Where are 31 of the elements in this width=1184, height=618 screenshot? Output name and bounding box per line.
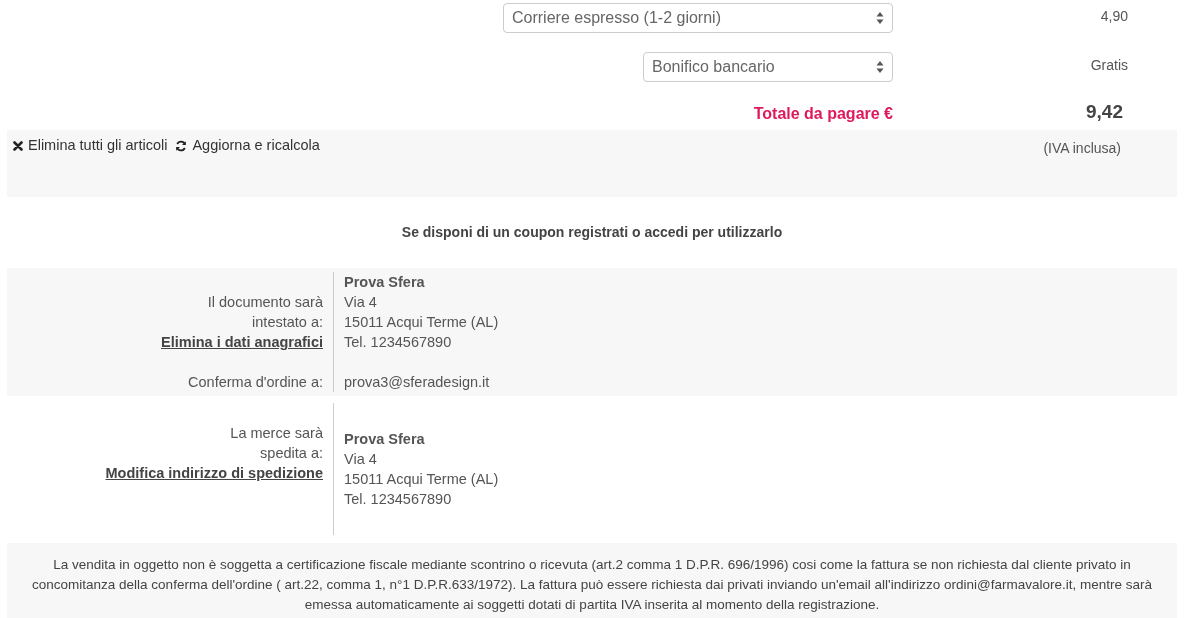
address-line: 15011 Acqui Terme (AL) [344, 313, 499, 332]
option-price: Gratis [1090, 56, 1128, 75]
payment-select[interactable]: Bonifico bancario [643, 52, 893, 82]
address-label: La merce sarà [230, 424, 323, 443]
option-price: 4,90 [1100, 7, 1128, 26]
customer-name: Prova Sfera [344, 273, 426, 292]
customer-name: Prova Sfera [344, 430, 426, 449]
total-label: Totale da pagare € [753, 104, 893, 124]
confirm-email: prova3@sferadesign.it [344, 373, 491, 392]
refresh-icon [175, 139, 188, 152]
total-amount: 9,42 [1086, 99, 1123, 124]
coupon-notice: Se disponi di un coupon registrati o accedi per utilizzarlo [401, 223, 783, 242]
address-line: Via 4 [344, 293, 378, 312]
address-label: Il documento sarà [207, 293, 323, 312]
address-label: spedita a: [260, 444, 323, 463]
address-line: 15011 Acqui Terme (AL) [344, 470, 499, 489]
confirm-label: Conferma d'ordine a: [188, 373, 323, 392]
address-link[interactable]: Modifica indirizzo di spedizione [105, 463, 323, 483]
select-arrows-icon [876, 11, 884, 25]
delete-all-link[interactable]: Elimina tutti gli articoli [13, 135, 168, 157]
fiscal-disclaimer: La vendita in oggetto non è soggetta a certificazione fiscale mediante scontrino o ricevuta (art.2 comma 1 D.P.R. 696/1996) cosi come la fattura se non richiesta dal cliente privato in concomitanza della conferma dell'ordine ( art.22, comma 1, n°1 D.P.R.633/1972). La fattura può essere richiesta dai privati inviando un'email all'indirizzo ordini@farmavalore.it, mentre sarà emessa automaticamente ai soggetti dotati di partita IVA inserita al momento della registrazione. [31, 556, 1153, 614]
address-line: Tel. 1234567890 [344, 490, 453, 509]
shipping-select[interactable]: Corriere espresso (1-2 giorni) [503, 3, 893, 33]
address-line: Tel. 1234567890 [344, 333, 453, 352]
address-label: intestato a: [252, 313, 323, 332]
address-line: Via 4 [344, 450, 378, 469]
refresh-link[interactable]: Aggiorna e ricalcola [175, 135, 320, 157]
close-icon [13, 140, 23, 151]
select-arrows-icon [876, 60, 884, 74]
address-link[interactable]: Elimina i dati anagrafici [161, 332, 323, 352]
vat-note: (IVA inclusa) [1043, 139, 1121, 158]
